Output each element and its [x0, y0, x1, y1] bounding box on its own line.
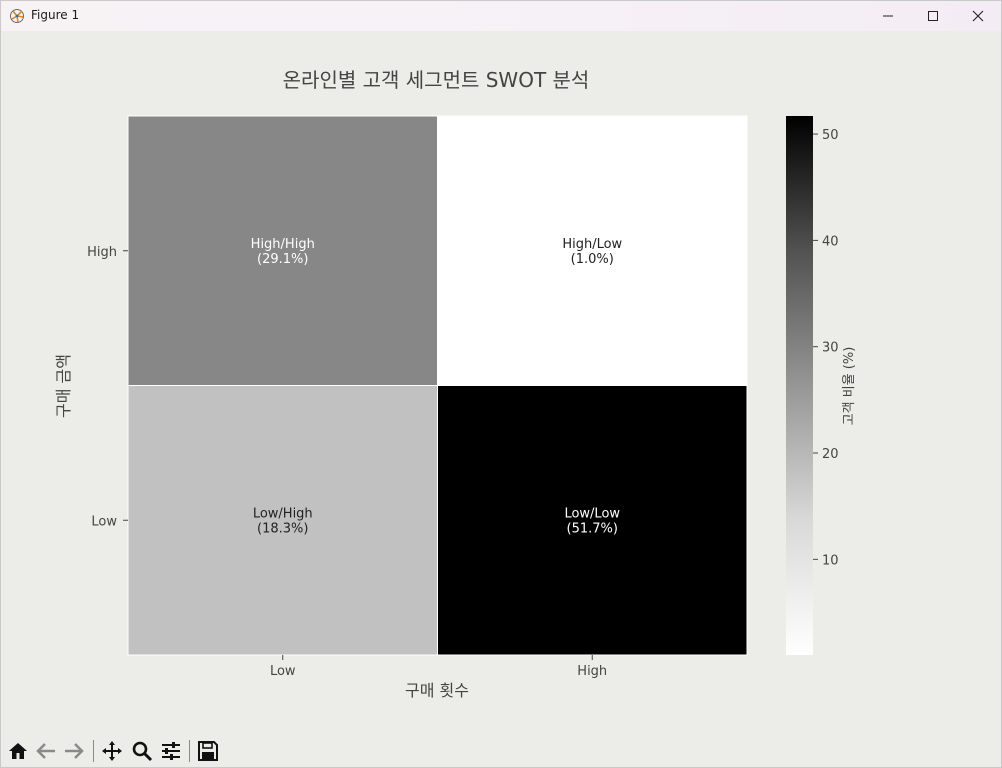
x-axis-label: 구매 횟수	[405, 681, 469, 700]
cell-label: Low/Low	[564, 506, 620, 521]
sliders-icon	[162, 742, 180, 760]
minimize-button[interactable]	[865, 1, 911, 31]
maximize-icon	[928, 11, 938, 21]
pan-button[interactable]	[99, 738, 125, 764]
forward-arrow-icon	[65, 743, 84, 759]
colorbar-tick-label: 20	[822, 447, 839, 462]
back-arrow-icon	[36, 743, 55, 759]
cell-percent: (1.0%)	[571, 252, 614, 267]
heatmap-cells: High/High(29.1%) High/Low(1.0%) Low/High(1…	[127, 115, 748, 656]
colorbar	[786, 116, 813, 655]
zoom-icon	[132, 741, 153, 762]
x-tick-label: High	[577, 664, 607, 679]
colorbar-tick-label: 30	[822, 341, 839, 356]
matplotlib-app-icon	[10, 9, 24, 23]
home-icon	[9, 743, 27, 759]
colorbar-tick-label: 10	[822, 553, 839, 568]
minimize-icon	[883, 15, 893, 17]
cell-label: High/High	[251, 237, 315, 252]
y-tick-label: High	[87, 245, 117, 260]
cell-percent: (51.7%)	[567, 521, 618, 536]
y-axis-label: 구매 금액	[54, 354, 73, 418]
close-icon	[972, 10, 984, 22]
colorbar-tick-label: 50	[822, 128, 839, 143]
back-button[interactable]	[33, 738, 59, 764]
navigation-toolbar	[1, 733, 1001, 767]
configure-subplots-button[interactable]	[158, 738, 184, 764]
cell-label: High/Low	[562, 237, 622, 252]
colorbar-label: 고객 비율 (%)	[842, 347, 857, 426]
toolbar-separator	[189, 740, 190, 762]
maximize-button[interactable]	[910, 1, 956, 31]
close-button[interactable]	[955, 1, 1001, 31]
cell-percent: (18.3%)	[257, 521, 308, 536]
x-tick-label: Low	[270, 664, 296, 679]
y-tick-label: Low	[91, 514, 117, 529]
toolbar-separator	[93, 740, 94, 762]
title-bar: Figure 1	[1, 1, 1001, 31]
window-title: Figure 1	[31, 8, 80, 22]
pan-icon	[102, 741, 122, 761]
colorbar-tick-label: 40	[822, 234, 839, 249]
zoom-button[interactable]	[129, 738, 155, 764]
home-button[interactable]	[5, 738, 31, 764]
save-button[interactable]	[195, 738, 221, 764]
cell-label: Low/High	[253, 506, 313, 521]
forward-button[interactable]	[61, 738, 87, 764]
save-icon	[198, 741, 218, 761]
chart-title: 온라인별 고객 세그먼트 SWOT 분석	[283, 68, 590, 92]
colorbar-ticks: 10 20 30 40 50	[813, 128, 839, 568]
figure-window: Figure 1 온라인별 고객 세그먼트 SWOT 분석 High/High(…	[0, 0, 1002, 768]
cell-percent: (29.1%)	[257, 252, 308, 267]
heatmap-figure: 온라인별 고객 세그먼트 SWOT 분석 High/High(29.1%)Hig…	[54, 68, 857, 700]
